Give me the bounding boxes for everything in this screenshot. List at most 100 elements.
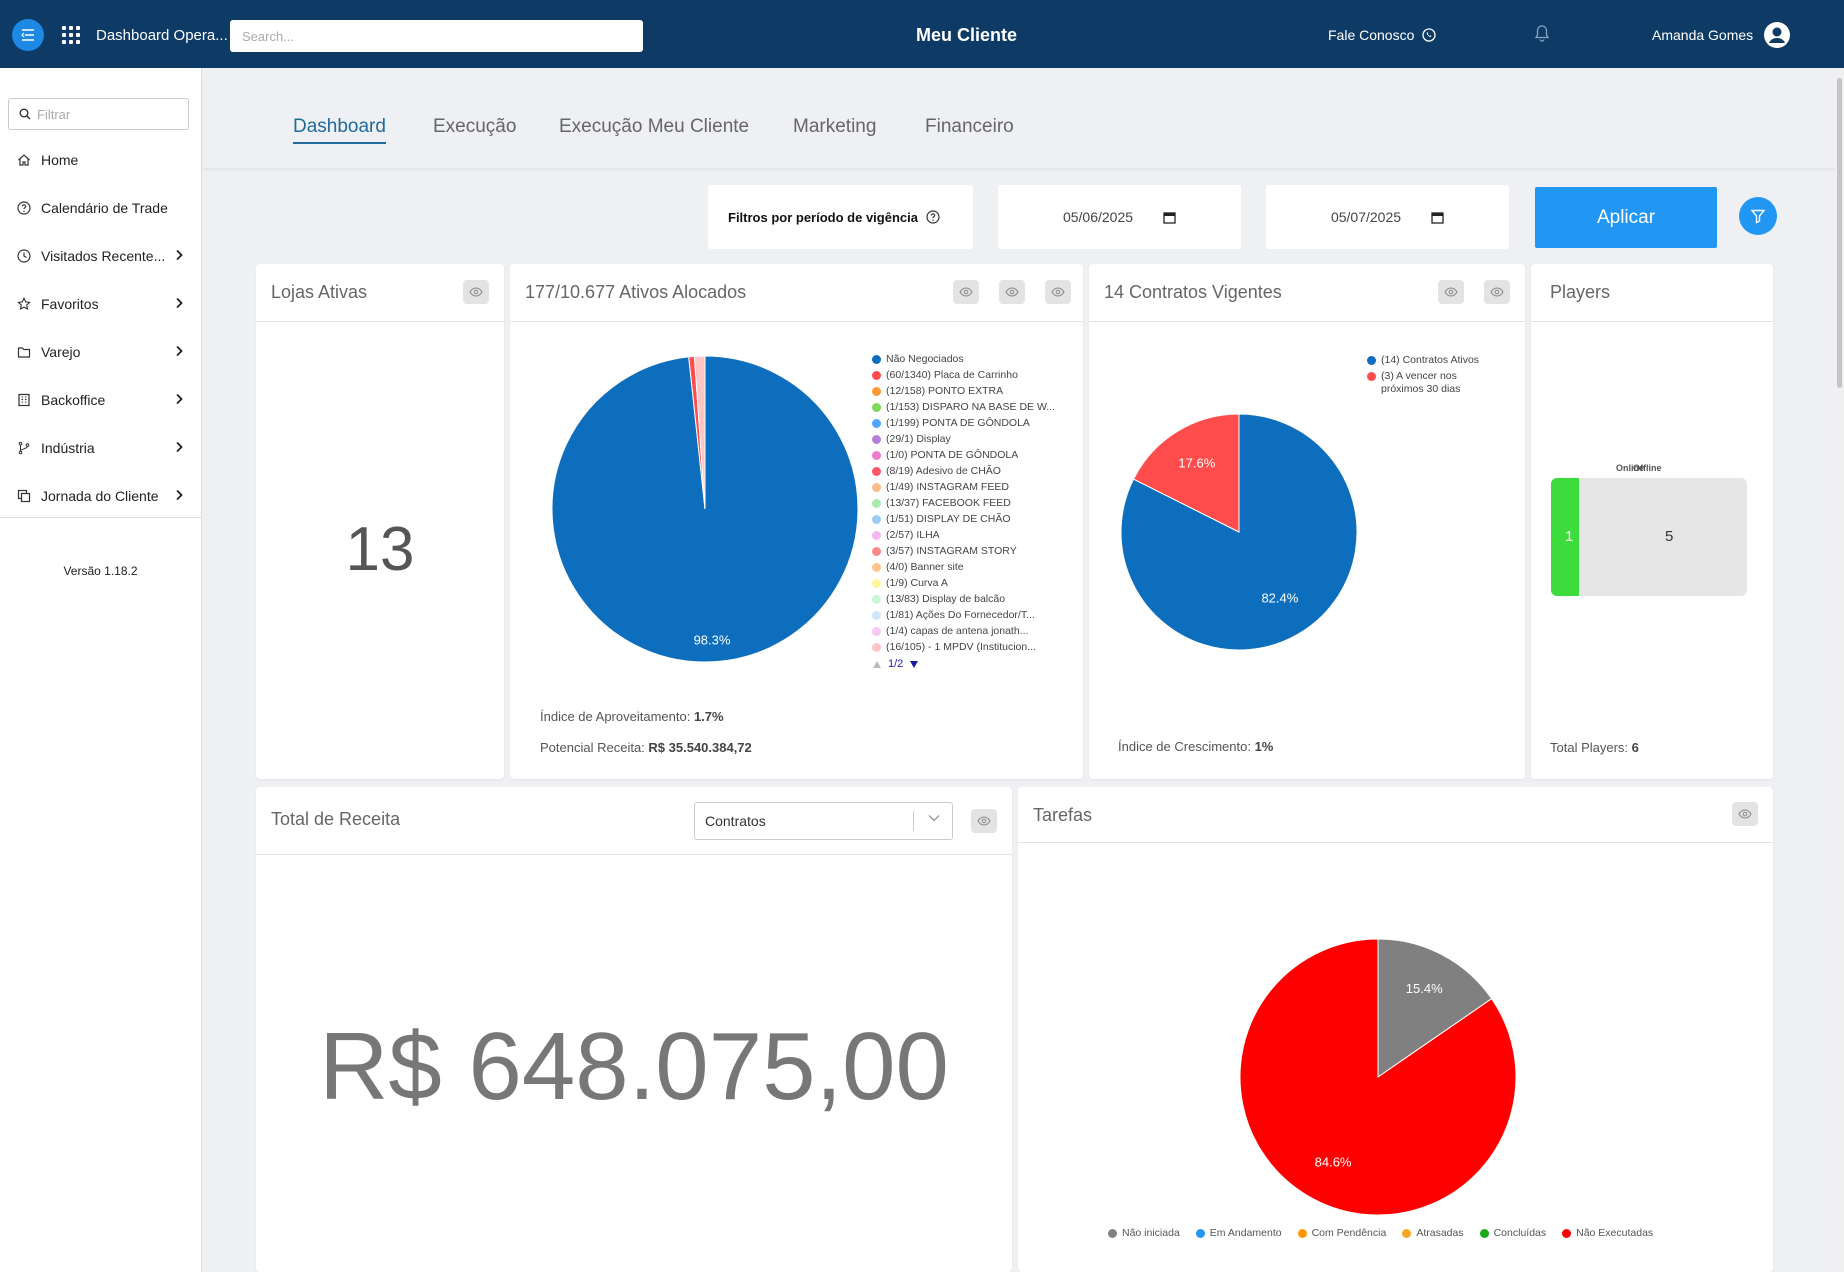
sidebar-filter[interactable] [8,98,189,130]
sidebar-filter-input[interactable] [37,106,177,122]
total-players-note: Total Players: 6 [1550,740,1639,755]
receita-type-select[interactable]: Contratos [694,802,953,840]
legend-item[interactable]: (12/158) PONTO EXTRA [872,383,1055,399]
legend-item[interactable]: (13/83) Display de balcão [872,591,1055,607]
chevron-down-icon[interactable] [928,814,940,822]
chevron-right-icon [176,345,183,357]
pager-down-icon[interactable] [909,660,919,669]
legend-item[interactable]: Atrasadas [1402,1227,1464,1239]
legend-label: (16/105) - 1 MPDV (Institucion... [886,641,1036,653]
sidebar-item-visitados[interactable]: Visitados Recente... [0,232,201,280]
legend-dot [872,642,881,652]
legend-item[interactable]: (16/105) - 1 MPDV (Institucion... [872,639,1055,655]
apps-grid-icon[interactable] [62,26,80,44]
sidebar: Home Calendário de Trade Visitados Recen… [0,68,202,1272]
notifications-bell-icon[interactable] [1534,25,1550,48]
legend-item[interactable]: (4/0) Banner site [872,559,1055,575]
sidebar-item-jornada[interactable]: Jornada do Cliente [0,472,201,520]
legend-dot [872,434,881,444]
sidebar-item-backoffice[interactable]: Backoffice [0,376,201,424]
apply-button[interactable]: Aplicar [1535,187,1717,248]
chevron-right-icon [176,249,183,261]
chevron-right-icon [176,441,183,453]
legend-item[interactable]: (60/1340) Placa de Carrinho [872,367,1055,383]
legend-item[interactable]: (13/37) FACEBOOK FEED [872,495,1055,511]
legend-item[interactable]: (1/9) Curva A [872,575,1055,591]
tab-dashboard[interactable]: Dashboard [293,116,386,144]
sidebar-item-home[interactable]: Home [0,136,201,184]
eye-icon[interactable] [1484,280,1510,304]
brand-title: Meu Cliente [916,25,1018,45]
calendar-icon[interactable] [1163,211,1176,224]
legend-label: (1/9) Curva A [886,577,948,589]
legend-label: Atrasadas [1416,1227,1464,1239]
user-name: Amanda Gomes [1652,27,1754,43]
legend-label: (1/199) PONTA DE GÔNDOLA [886,417,1030,429]
legend-item[interactable]: (1/199) PONTA DE GÔNDOLA [872,415,1055,431]
legend-item[interactable]: (29/1) Display [872,431,1055,447]
scrollbar-thumb[interactable] [1837,78,1842,388]
legend-label: (14) Contratos Ativos [1381,354,1480,366]
date-to-field[interactable]: 05/07/2025 [1266,185,1509,249]
sidebar-item-industria[interactable]: Indústria [0,424,201,472]
eye-icon[interactable] [953,280,979,304]
legend-item[interactable]: Não Executadas [1562,1227,1653,1239]
search-input[interactable] [230,20,643,52]
legend-item[interactable]: Em Andamento [1195,1227,1282,1239]
tab-financeiro[interactable]: Financeiro [925,116,1014,138]
legend-dot [872,418,881,428]
legend-item[interactable]: (1/4) capas de antena jonath... [872,623,1055,639]
ativos-legend: Não Negociados (60/1340) Placa de Carrinh… [872,351,1055,655]
sidebar-item-favoritos[interactable]: Favoritos [0,280,201,328]
tab-execucao[interactable]: Execução [433,116,516,138]
legend-dot [872,370,881,380]
contratos-pie-chart: 82.4% 17.6% [1120,413,1358,651]
tab-execucao-meu-cliente[interactable]: Execução Meu Cliente [559,116,749,138]
legend-item[interactable]: (1/51) DISPLAY DE CHÃO [872,511,1055,527]
legend-item[interactable]: (1/81) Ações Do Fornecedor/T... [872,607,1055,623]
contact-link[interactable]: Fale Conosco [1328,27,1437,43]
pager-up-icon[interactable] [872,660,882,669]
eye-icon[interactable] [1732,802,1758,826]
legend-item[interactable]: (3/57) INSTAGRAM STORY [872,543,1055,559]
date-to-value: 05/07/2025 [1330,209,1402,225]
tab-marketing[interactable]: Marketing [793,116,876,138]
legend-dot [872,610,881,620]
eye-icon[interactable] [1438,280,1464,304]
legend-label: (3/57) INSTAGRAM STORY [886,545,1017,557]
legend-dot [1402,1228,1412,1238]
legend-item[interactable]: Não iniciada [1108,1227,1180,1239]
eye-icon[interactable] [999,280,1025,304]
menu-toggle-button[interactable] [12,19,44,51]
legend-item[interactable]: (1/0) PONTA DE GÔNDOLA [872,447,1055,463]
page-scrollbar[interactable] [1835,68,1844,1272]
filter-funnel-button[interactable] [1739,197,1777,235]
legend-item[interactable]: (1/49) INSTAGRAM FEED [872,479,1055,495]
legend-item[interactable]: (8/19) Adesivo de CHÃO [872,463,1055,479]
legend-item[interactable]: (1/153) DISPARO NA BASE DE W... [872,399,1055,415]
legend-item[interactable]: Não Negociados [872,351,1055,367]
help-circle-icon[interactable] [926,210,940,224]
period-filter-label-box: Filtros por período de vigência [708,185,973,249]
app-title[interactable]: Dashboard Opera... [96,27,228,44]
eye-icon[interactable] [971,809,997,833]
eye-icon[interactable] [1045,280,1071,304]
date-from-field[interactable]: 05/06/2025 [998,185,1241,249]
pie-slice-label: 17.6% [1178,456,1215,471]
legend-item[interactable]: Concluídas [1479,1227,1546,1239]
legend-dot [1108,1228,1117,1238]
contratos-vigentes-card: 14 Contratos Vigentes 82.4% 17.6% (14) Co… [1089,264,1525,779]
legend-dot [1562,1228,1572,1238]
players-offline-value: 5 [1665,528,1674,545]
legend-dot [1297,1228,1307,1238]
sidebar-item-calendario[interactable]: Calendário de Trade [0,184,201,232]
legend-item[interactable]: Com Pendência [1297,1227,1386,1239]
user-menu[interactable]: Amanda Gomes [1652,21,1791,49]
sidebar-item-label: Favoritos [41,296,99,312]
sidebar-item-varejo[interactable]: Varejo [0,328,201,376]
eye-icon[interactable] [463,280,489,304]
legend-label: (29/1) Display [886,433,951,445]
calendar-icon[interactable] [1431,211,1444,224]
legend-item[interactable]: (2/57) ILHA [872,527,1055,543]
sidebar-item-label: Indústria [41,440,95,456]
